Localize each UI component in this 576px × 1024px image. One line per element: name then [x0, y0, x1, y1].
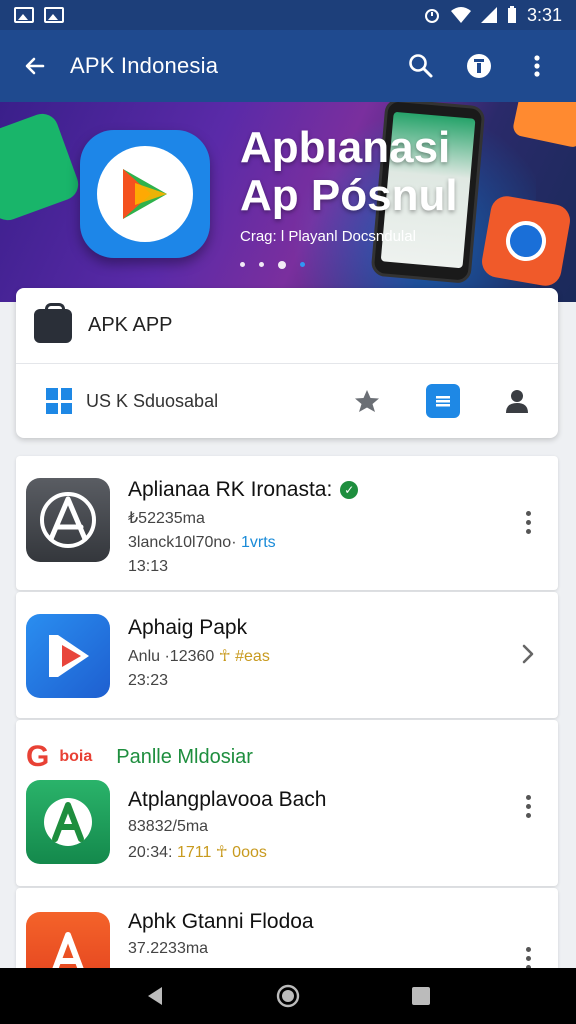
play-store-logo [80, 130, 210, 258]
app-title: APK Indonesia [70, 53, 219, 78]
carousel-dot[interactable] [259, 262, 264, 267]
more-options-button[interactable] [516, 938, 540, 968]
list-item[interactable]: Aphaig Papk Anlu ·12360 ☥ #eas 23:23 [16, 592, 558, 718]
play-flag-icon [49, 635, 89, 677]
time-text: 20:34: [128, 844, 173, 861]
app-icon [26, 478, 110, 562]
promo-banner[interactable]: Apbıanasi Ap Pósnul Crag: l Playanl Docs… [0, 102, 576, 302]
app-time: 23:23 [128, 672, 169, 689]
section-brand: boia [59, 748, 93, 765]
app-icon [26, 614, 110, 698]
app-title: Aphaig Papk [128, 616, 248, 639]
app-size: 83832/5ma [128, 818, 209, 835]
featured-app-card[interactable]: APK APP US K Sduosabal [16, 288, 558, 438]
size-accent: ☥ #eas [218, 648, 270, 665]
home-nav-icon[interactable] [275, 983, 301, 1009]
arrow-left-icon [25, 57, 45, 75]
recents-nav-icon[interactable] [410, 985, 432, 1007]
rating-star-icon[interactable] [352, 388, 382, 414]
developer-name: US K Sduosabal [86, 390, 219, 411]
carousel-dot-active[interactable] [278, 261, 286, 269]
search-icon [409, 54, 433, 78]
chevron-right-icon [522, 644, 534, 664]
banner-headline-line2: Ap Pósnul [240, 171, 458, 220]
letter-a-icon [52, 932, 84, 968]
banner-subline: Crag: l Playanl Docsndulal [240, 228, 416, 245]
app-time: 20:34: 1711 ☥ 0oos [128, 842, 327, 862]
triangle-logo-icon [40, 492, 96, 548]
app-time: 13:13 [128, 558, 169, 575]
overflow-menu-button[interactable] [512, 41, 562, 91]
message-icon [436, 396, 450, 407]
app-icon [26, 912, 110, 968]
app-bar: APK Indonesia [0, 30, 576, 102]
more-vert-icon [534, 55, 540, 77]
carousel-dots [240, 261, 305, 269]
section-header: G boia Panlle Mldosiar [26, 740, 253, 774]
shopping-bag-icon [34, 302, 72, 343]
featured-app-name: APK APP [88, 314, 173, 336]
bing-chip-icon [0, 109, 83, 225]
carousel-dot[interactable] [300, 262, 305, 267]
app-size: Anlu ·12360 ☥ #eas [128, 646, 270, 666]
banner-headline-line1: Apbıanasi [240, 123, 451, 172]
app-title: Aplianaa RK Ironasta: [128, 478, 333, 501]
downloads-text: 3lanck10l70no· [128, 534, 237, 551]
image-notification-icon [44, 7, 64, 23]
verified-check-icon: ✓ [340, 481, 359, 499]
account-icon[interactable] [504, 387, 530, 415]
battery-icon [507, 6, 516, 23]
downloads-accent: 1vrts [240, 534, 276, 551]
chat-button[interactable] [426, 384, 460, 418]
more-options-button[interactable] [516, 502, 540, 542]
app-downloads: 3lanck10l70no· 1vrts [128, 534, 358, 552]
app-title: Atplangplavooa Bach [128, 788, 327, 811]
info-button[interactable] [454, 41, 504, 91]
play-icon [123, 169, 167, 219]
wifi-icon [450, 7, 471, 23]
back-nav-icon[interactable] [144, 985, 166, 1007]
search-button[interactable] [396, 41, 446, 91]
featured-app-row[interactable]: APK APP [16, 288, 558, 364]
system-nav-bar [0, 968, 576, 1024]
clock: 3:31 [526, 4, 562, 25]
signal-icon [480, 7, 497, 23]
featured-developer-row: US K Sduosabal [16, 364, 558, 438]
list-section[interactable]: G boia Panlle Mldosiar Atplangplavooa Ba… [16, 720, 558, 886]
time-accent: 1711 ☥ 0oos [176, 844, 267, 861]
back-button[interactable] [0, 30, 70, 102]
more-options-button[interactable] [516, 786, 540, 826]
size-text: Anlu ·12360 [128, 648, 215, 665]
app-size: 37.2233ma [128, 940, 209, 957]
google-logo-icon: G [26, 740, 50, 773]
status-bar: 3:31 [0, 0, 576, 30]
gallery-notification-icon [14, 7, 34, 23]
carousel-dot[interactable] [240, 262, 245, 267]
banner-headline: Apbıanasi Ap Pósnul [240, 124, 458, 220]
windows-icon [46, 388, 72, 414]
open-app-button[interactable] [516, 634, 540, 674]
app-icon [26, 780, 110, 864]
app-size: ₺52235ma [128, 510, 205, 527]
alarm-icon [424, 9, 439, 23]
letter-a-icon [44, 798, 92, 846]
list-item[interactable]: Aplianaa RK Ironasta: ✓ ₺52235ma 3lanck1… [16, 456, 558, 590]
list-item[interactable]: Aphk Gtanni Flodoa 37.2233ma [16, 888, 558, 968]
camera-chip-icon [479, 193, 573, 289]
section-title: Panlle Mldosiar [116, 745, 253, 768]
app-title: Aphk Gtanni Flodoa [128, 910, 314, 933]
info-icon [467, 54, 491, 78]
